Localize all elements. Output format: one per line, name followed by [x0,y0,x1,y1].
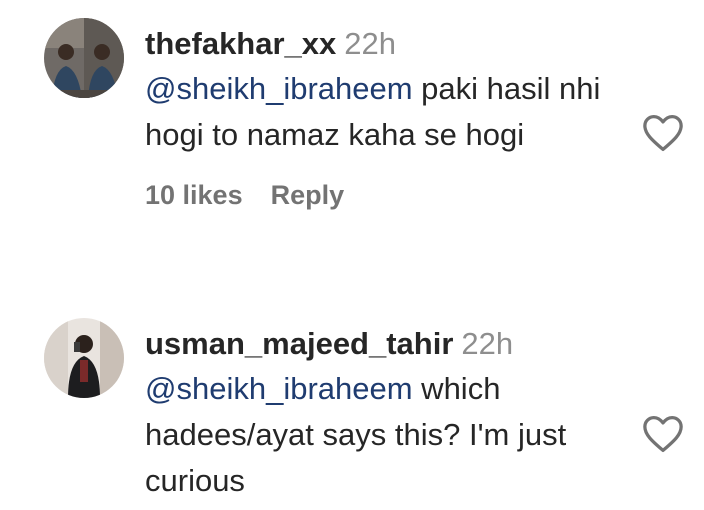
comment-text: @sheikh_ibraheem paki hasil nhi hogi to … [145,66,625,158]
timestamp: 22h [344,26,397,61]
comment-text: @sheikh_ibraheem which hadees/ayat says … [145,366,625,504]
avatar-photo [44,318,124,398]
mention-link[interactable]: @sheikh_ibraheem [145,71,413,106]
username[interactable]: thefakhar_xx [145,26,336,61]
comment-item: thefakhar_xx 22h @sheikh_ibraheem paki ha… [0,0,704,290]
comment-body: usman_majeed_tahir 22h @sheikh_ibraheem w… [145,322,625,504]
comment-header: thefakhar_xx 22h [145,22,625,66]
avatar[interactable] [44,18,124,98]
mention-link[interactable]: @sheikh_ibraheem [145,371,413,406]
username[interactable]: usman_majeed_tahir [145,326,453,361]
heart-outline-icon[interactable] [642,114,684,152]
comment-item: usman_majeed_tahir 22h @sheikh_ibraheem w… [0,300,704,510]
avatar-photo [44,18,124,98]
likes-count[interactable]: 10 likes [145,180,243,210]
comment-header: usman_majeed_tahir 22h [145,322,625,366]
comment-body: thefakhar_xx 22h @sheikh_ibraheem paki ha… [145,22,625,213]
avatar[interactable] [44,318,124,398]
timestamp: 22h [461,326,514,361]
comment-actions: 10 likes Reply [145,177,625,213]
reply-button[interactable]: Reply [271,180,345,210]
heart-outline-icon[interactable] [642,415,684,453]
